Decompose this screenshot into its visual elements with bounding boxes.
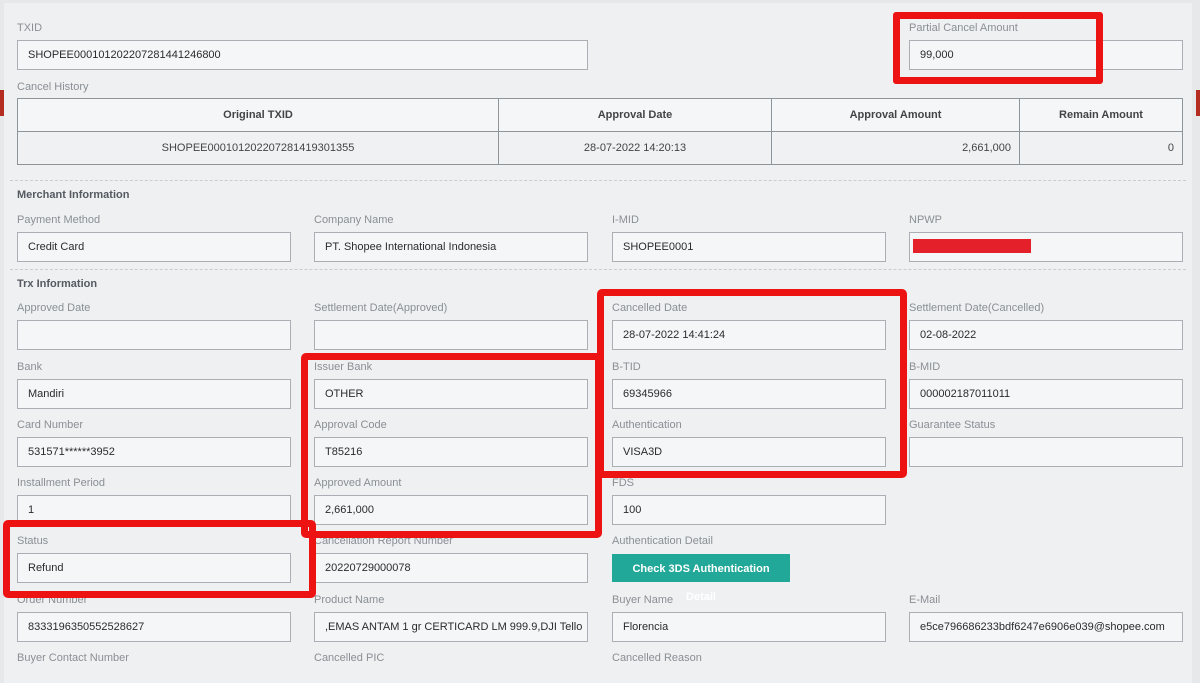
col-approval-date: Approval Date [498, 98, 772, 132]
bank-label: Bank [17, 361, 43, 373]
company-name-label: Company Name [314, 214, 394, 226]
col-approval-amount: Approval Amount [771, 98, 1020, 132]
settlement-cancelled-label: Settlement Date(Cancelled) [909, 302, 1045, 314]
txid-label: TXID [17, 22, 43, 34]
merchant-info-heading: Merchant Information [17, 189, 130, 201]
cancelled-reason-label: Cancelled Reason [612, 652, 702, 664]
check-3ds-detail-button[interactable]: Check 3DS Authentication Detail [612, 554, 790, 603]
bmid-field[interactable]: 000002187011011 [909, 379, 1183, 409]
authentication-detail-label: Authentication Detail [612, 535, 713, 547]
right-edge-accent [1196, 90, 1200, 116]
cancel-history-label: Cancel History [17, 81, 89, 93]
settlement-cancelled-field[interactable]: 02-08-2022 [909, 320, 1183, 350]
product-name-field[interactable]: ,EMAS ANTAM 1 gr CERTICARD LM 999.9,DJI … [314, 612, 588, 642]
payment-method-field[interactable]: Credit Card [17, 232, 291, 262]
approval-amount-cell: 2,661,000 [771, 131, 1020, 165]
guarantee-status-field[interactable] [909, 437, 1183, 467]
imid-field[interactable]: SHOPEE0001 [612, 232, 886, 262]
payment-method-label: Payment Method [17, 214, 101, 226]
original-txid-link[interactable]: SHOPEE000101202207281419301355 [17, 131, 499, 165]
trx-info-heading: Trx Information [17, 278, 98, 290]
highlight-partial-cancel [893, 12, 1103, 84]
remain-amount-cell: 0 [1019, 131, 1183, 165]
cancellation-report-field[interactable]: 20220729000078 [314, 553, 588, 583]
approved-date-label: Approved Date [17, 302, 91, 314]
buyer-name-field[interactable]: Florencia [612, 612, 886, 642]
approval-date-cell: 28-07-2022 14:20:13 [498, 131, 772, 165]
email-field[interactable]: e5ce796686233bdf6247e6906e039@shopee.com [909, 612, 1183, 642]
npwp-label: NPWP [909, 214, 942, 226]
bmid-label: B-MID [909, 361, 941, 373]
buyer-name-label: Buyer Name [612, 594, 674, 606]
col-original-txid: Original TXID [17, 98, 499, 132]
email-label: E-Mail [909, 594, 941, 606]
cancelled-pic-label: Cancelled PIC [314, 652, 385, 664]
left-edge-accent [0, 90, 4, 116]
card-number-field[interactable]: 531571******3952 [17, 437, 291, 467]
installment-period-label: Installment Period [17, 477, 106, 489]
settlement-approved-field[interactable] [314, 320, 588, 350]
highlight-status [3, 520, 316, 598]
company-name-field[interactable]: PT. Shopee International Indonesia [314, 232, 588, 262]
section-divider [10, 180, 1186, 181]
txid-field[interactable]: SHOPEE0001012022072814412468​00 [17, 40, 588, 70]
product-name-label: Product Name [314, 594, 385, 606]
approved-date-field[interactable] [17, 320, 291, 350]
buyer-contact-label: Buyer Contact Number [17, 652, 129, 664]
highlight-cancel-auth [597, 289, 907, 478]
guarantee-status-label: Guarantee Status [909, 419, 996, 431]
section-divider [10, 269, 1186, 270]
settlement-approved-label: Settlement Date(Approved) [314, 302, 448, 314]
col-remain-amount: Remain Amount [1019, 98, 1183, 132]
order-number-field[interactable]: 83331963505525286​27 [17, 612, 291, 642]
npwp-redaction-bar [913, 239, 1031, 253]
highlight-issuer-approval [301, 353, 602, 538]
table-header-row: Original TXID Approval Date Approval Amo… [17, 98, 1183, 132]
fds-label: FDS [612, 477, 634, 489]
cancel-history-table: Original TXID Approval Date Approval Amo… [17, 98, 1183, 165]
table-row: SHOPEE000101202207281419301355 28-07-202… [17, 131, 1183, 165]
fds-field[interactable]: 100 [612, 495, 886, 525]
bank-field[interactable]: Mandiri [17, 379, 291, 409]
card-number-label: Card Number [17, 419, 84, 431]
imid-label: I-MID [612, 214, 639, 226]
